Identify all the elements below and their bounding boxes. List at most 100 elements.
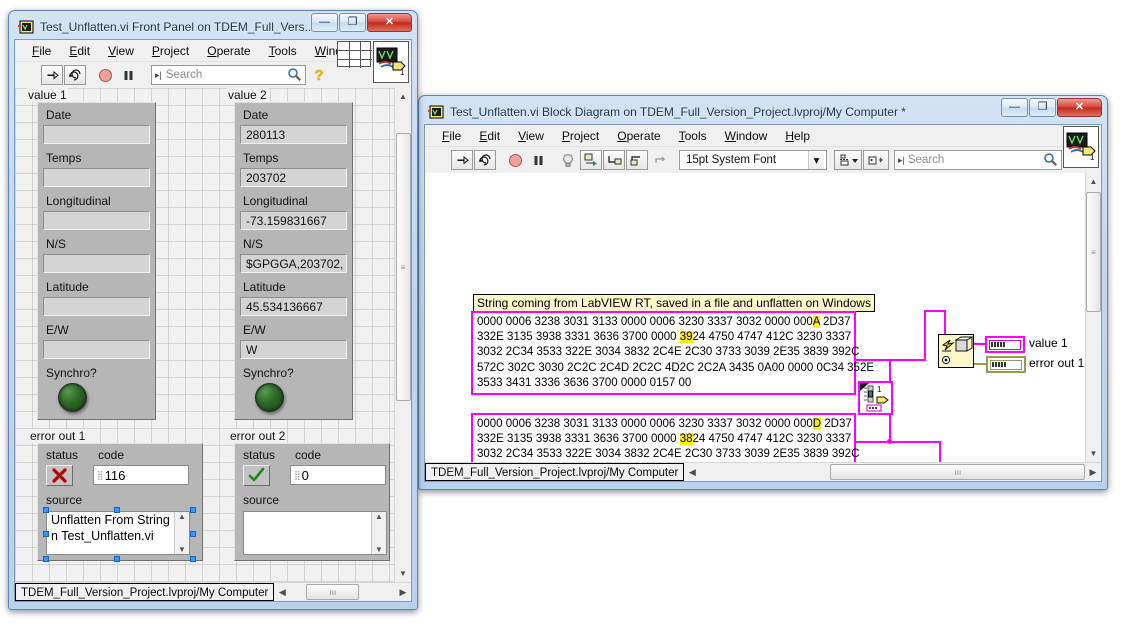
retain-wire-values-icon[interactable] (580, 150, 602, 170)
wire-to-node-1[interactable] (924, 310, 946, 312)
menu-view[interactable]: View (99, 42, 143, 60)
scroll-up-icon[interactable]: ▲ (375, 512, 383, 521)
search-dropdown-icon[interactable]: ▸| (155, 70, 162, 81)
magnifier-icon[interactable] (1043, 152, 1058, 169)
chevron-down-icon[interactable]: ▾ (808, 151, 824, 169)
menu-file[interactable]: File (23, 42, 60, 60)
field-value-temps[interactable] (43, 168, 150, 187)
front-panel-hscrollbar[interactable]: ◀ ııı ▶ (274, 583, 411, 601)
scroll-down-icon[interactable]: ▼ (178, 545, 186, 554)
hscroll-track[interactable]: ııı (700, 464, 1086, 480)
selection-handle[interactable] (43, 556, 49, 562)
field-value-n-s[interactable]: $GPGGA,203702, (240, 254, 347, 273)
font-selector[interactable]: 15pt System Font ▾ (679, 150, 827, 170)
step-into-icon[interactable] (603, 150, 625, 170)
scroll-up-icon[interactable]: ▲ (178, 512, 186, 521)
menu-tools[interactable]: Tools (670, 127, 716, 145)
selection-handle[interactable] (43, 507, 49, 513)
close-button[interactable]: ✕ (1057, 98, 1102, 117)
run-continuously-icon[interactable] (64, 65, 86, 85)
comment-top[interactable]: String coming from LabVIEW RT, saved in … (473, 294, 875, 312)
field-value-temps[interactable]: 203702 (240, 168, 347, 187)
search-input[interactable]: ▸| Search (151, 65, 306, 85)
hex-string-constant-edited[interactable]: 0000 0006 3238 3031 3133 0000 0006 3230 … (471, 413, 859, 462)
menu-edit[interactable]: Edit (60, 42, 99, 60)
menu-project[interactable]: Project (553, 127, 608, 145)
field-value-latitude[interactable]: 45.534136667 (240, 297, 347, 316)
block-diagram-menubar[interactable]: File Edit View Project Operate Tools Win… (425, 125, 1101, 147)
cluster-value-2[interactable]: Date 280113 Temps 203702 Longitudinal -73.159… (234, 102, 353, 420)
hscroll-track[interactable]: ııı (290, 584, 395, 600)
block-diagram-window-buttons[interactable]: — ❐ ✕ (1000, 98, 1102, 117)
abort-execution-icon[interactable] (94, 65, 116, 85)
selection-handle[interactable] (190, 507, 196, 513)
menu-edit[interactable]: Edit (470, 127, 509, 145)
error-cluster-1[interactable]: status code ⣿ 116 source Unflatten From Strin… (37, 443, 203, 562)
block-diagram-hscrollbar[interactable]: ◀ ııı ▶ (684, 463, 1101, 481)
reorder-icon[interactable] (863, 150, 889, 170)
maximize-button[interactable]: ❐ (339, 13, 366, 32)
vscroll-thumb[interactable]: ≡ (1086, 192, 1101, 312)
selection-handle[interactable] (190, 556, 196, 562)
front-panel-window-buttons[interactable]: — ❐ ✕ (310, 13, 412, 32)
run-arrow-icon[interactable] (41, 65, 63, 85)
pause-icon[interactable] (117, 65, 139, 85)
menu-window[interactable]: Window (716, 127, 777, 145)
unflatten-from-string-1[interactable] (938, 334, 974, 368)
context-help-icon[interactable]: ? (308, 65, 330, 85)
scroll-left-icon[interactable]: ◀ (274, 584, 290, 601)
scroll-up-icon[interactable]: ▲ (1085, 173, 1101, 190)
numeric-increment-icon[interactable]: ⣿ (94, 470, 105, 481)
field-value-n-s[interactable] (43, 254, 150, 273)
front-panel-statusbar[interactable]: TDEM_Full_Version_Project.lvproj/My Comp… (15, 582, 411, 601)
vscroll-thumb[interactable]: ≡ (395, 133, 411, 401)
menu-view[interactable]: View (509, 127, 553, 145)
scroll-right-icon[interactable]: ▶ (395, 584, 411, 601)
wire-node-1-input[interactable] (944, 310, 946, 334)
source-vscrollbar[interactable]: ▲ ▼ (371, 512, 386, 554)
source-field[interactable]: ▲ ▼ (243, 511, 387, 555)
scroll-down-icon[interactable]: ▼ (375, 545, 383, 554)
menu-tools[interactable]: Tools (260, 42, 306, 60)
align-objects-icon[interactable] (834, 150, 862, 170)
field-value-latitude[interactable] (43, 297, 150, 316)
wire-node-2-input[interactable] (939, 441, 941, 462)
indicator-error-out-1[interactable] (986, 356, 1026, 373)
maximize-button[interactable]: ❐ (1029, 98, 1056, 117)
menu-project[interactable]: Project (143, 42, 198, 60)
selection-handle[interactable] (43, 531, 49, 537)
menu-operate[interactable]: Operate (198, 42, 259, 60)
code-field[interactable]: ⣿ 0 (290, 465, 386, 485)
code-field[interactable]: ⣿ 116 (93, 465, 189, 485)
selection-handle[interactable] (114, 556, 120, 562)
hscroll-thumb[interactable]: ııı (830, 464, 1086, 480)
block-diagram-statusbar[interactable]: TDEM_Full_Version_Project.lvproj/My Comp… (425, 462, 1101, 481)
block-diagram-vscrollbar[interactable]: ▲ ≡ ▼ (1085, 173, 1101, 462)
connector-pane[interactable] (337, 41, 372, 68)
block-diagram-window[interactable]: Test_Unflatten.vi Block Diagram on TDEM_… (418, 95, 1108, 490)
menu-operate[interactable]: Operate (608, 127, 669, 145)
cluster-type-constant[interactable]: 1 (858, 381, 893, 415)
hex-string-constant-original[interactable]: 0000 0006 3238 3031 3133 0000 0006 3230 … (471, 311, 874, 396)
selection-handle[interactable] (190, 531, 196, 537)
scroll-right-icon[interactable]: ▶ (1085, 464, 1101, 481)
front-panel-window[interactable]: Test_Unflatten.vi Front Panel on TDEM_Fu… (8, 10, 418, 610)
hscroll-thumb[interactable]: ııı (306, 584, 360, 600)
close-button[interactable]: ✕ (367, 13, 412, 32)
front-panel-vscrollbar[interactable]: ▲ ≡ ▼ (394, 88, 411, 582)
menu-help[interactable]: Help (776, 127, 819, 145)
block-diagram-titlebar[interactable]: Test_Unflatten.vi Block Diagram on TDEM_… (424, 98, 1102, 124)
block-diagram-canvas[interactable]: String coming from LabVIEW RT, saved in … (425, 173, 1101, 462)
light-bulb-icon[interactable] (557, 150, 579, 170)
error-cluster-2[interactable]: status code ⣿ 0 source ▲ ▼ (234, 443, 390, 561)
field-value-date[interactable]: 280113 (240, 125, 347, 144)
wire-type-constant-up[interactable] (889, 359, 891, 383)
magnifier-icon[interactable] (287, 67, 302, 84)
field-value-e-w[interactable] (43, 340, 150, 359)
numeric-increment-icon[interactable]: ⣿ (291, 470, 302, 481)
scroll-down-icon[interactable]: ▼ (395, 565, 412, 582)
error-x-icon[interactable] (46, 465, 73, 486)
scroll-up-icon[interactable]: ▲ (395, 88, 412, 105)
field-value-e-w[interactable]: W (240, 340, 347, 359)
front-panel-toolbar[interactable]: ▸| Search ? 1 (15, 41, 411, 88)
